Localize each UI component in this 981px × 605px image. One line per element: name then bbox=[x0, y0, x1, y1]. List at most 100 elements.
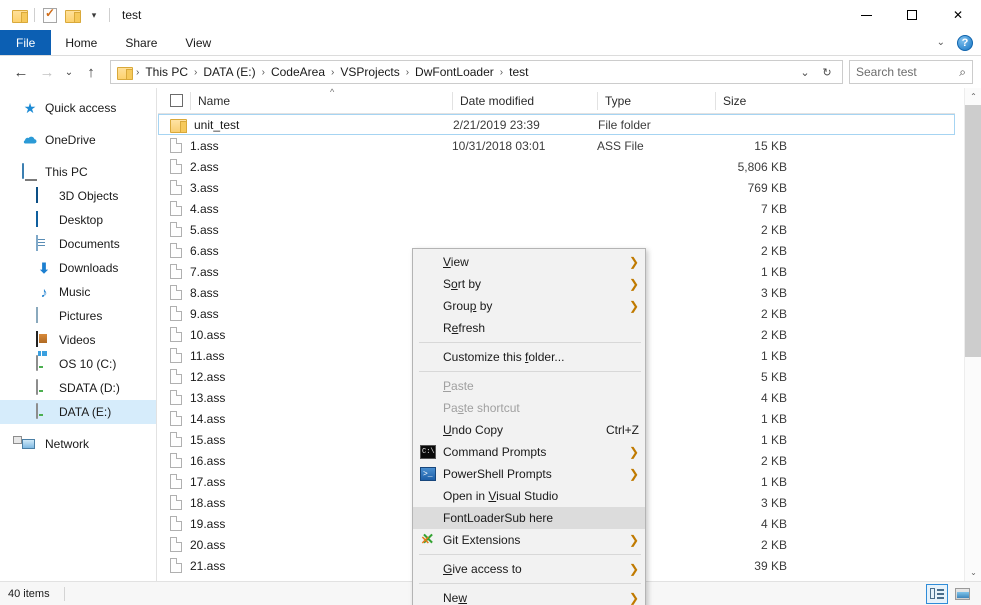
tab-file[interactable]: File bbox=[0, 30, 52, 55]
expand-ribbon-button[interactable]: ⌄ bbox=[933, 37, 949, 48]
menu-item-label: Command Prompts bbox=[443, 445, 547, 459]
help-icon[interactable]: ? bbox=[957, 34, 973, 51]
table-row[interactable]: 3.ass 769 KB bbox=[158, 177, 955, 198]
menu-item-git-extensions[interactable]: ✕ Git Extensions ❯ bbox=[413, 529, 645, 551]
column-header-name[interactable]: Name ^ bbox=[190, 87, 452, 114]
menu-item-open-in-visual-studio[interactable]: Open in Visual Studio bbox=[413, 485, 645, 507]
command-prompt-icon bbox=[413, 441, 443, 463]
sidebar-item-downloads[interactable]: ⬇ Downloads bbox=[0, 256, 156, 280]
cell-name: 13.ass bbox=[158, 387, 452, 408]
breadcrumb-this-pc[interactable]: This PC bbox=[140, 62, 193, 82]
context-menu: View ❯ Sort by ❯ Group by ❯ Refresh Customize t… bbox=[412, 248, 646, 605]
downloads-icon: ⬇ bbox=[38, 260, 50, 276]
sidebar-item-music[interactable]: ♪ Music bbox=[0, 280, 156, 304]
sidebar-item-data-e[interactable]: DATA (E:) bbox=[0, 400, 156, 424]
table-row[interactable]: 1.ass 10/31/2018 03:01 ASS File 15 KB bbox=[158, 135, 955, 156]
pictures-icon bbox=[36, 307, 52, 324]
menu-item-sort-by[interactable]: Sort by ❯ bbox=[413, 273, 645, 295]
menu-item-label: View bbox=[443, 255, 469, 269]
menu-item-refresh[interactable]: Refresh bbox=[413, 317, 645, 339]
menu-item-paste-shortcut: Paste shortcut bbox=[413, 397, 645, 419]
table-row[interactable]: 4.ass 7 KB bbox=[158, 198, 955, 219]
table-row[interactable]: 2.ass 5,806 KB bbox=[158, 156, 955, 177]
menu-item-give-access-to[interactable]: Give access to ❯ bbox=[413, 558, 645, 580]
menu-item-new[interactable]: New ❯ bbox=[413, 587, 645, 605]
column-header-type[interactable]: Type bbox=[597, 88, 715, 114]
sidebar-item-desktop[interactable]: Desktop bbox=[0, 208, 156, 232]
qat-new-folder-button[interactable] bbox=[61, 4, 83, 26]
breadcrumb-codearea[interactable]: CodeArea bbox=[266, 62, 330, 82]
breadcrumb-data-e[interactable]: DATA (E:) bbox=[198, 62, 260, 82]
breadcrumb[interactable]: › This PC › DATA (E:) › CodeArea › VSPro… bbox=[110, 60, 843, 84]
menu-item-customize-this-folder[interactable]: Customize this folder... bbox=[413, 346, 645, 368]
cell-name: 19.ass bbox=[158, 513, 452, 534]
scroll-down-button[interactable]: ⌄ bbox=[965, 564, 981, 581]
menu-separator bbox=[419, 583, 641, 584]
scrollbar-thumb[interactable] bbox=[965, 105, 981, 357]
select-all-checkbox[interactable] bbox=[158, 88, 190, 114]
menu-icon-slot bbox=[413, 346, 443, 368]
sidebar-item-onedrive[interactable]: OneDrive bbox=[0, 128, 156, 152]
details-view-button[interactable] bbox=[926, 583, 948, 604]
sidebar-item-videos[interactable]: Videos bbox=[0, 328, 156, 352]
column-header-size[interactable]: Size bbox=[715, 88, 795, 114]
large-icons-view-button[interactable] bbox=[951, 584, 973, 604]
menu-item-powershell-prompts[interactable]: PowerShell Prompts ❯ bbox=[413, 463, 645, 485]
sidebar-item-pictures[interactable]: Pictures bbox=[0, 304, 156, 328]
menu-icon-slot bbox=[413, 397, 443, 419]
sidebar-item-this-pc[interactable]: This PC bbox=[0, 160, 156, 184]
toolbar-divider bbox=[34, 8, 35, 22]
file-icon bbox=[170, 180, 182, 195]
file-name-label: 15.ass bbox=[190, 432, 226, 447]
tab-home[interactable]: Home bbox=[51, 30, 111, 55]
breadcrumb-vsprojects[interactable]: VSProjects bbox=[335, 62, 404, 82]
qat-folder-button[interactable] bbox=[8, 4, 30, 26]
menu-item-undo-copy[interactable]: Undo Copy Ctrl+Z bbox=[413, 419, 645, 441]
sidebar-item-os-10-c[interactable]: OS 10 (C:) bbox=[0, 352, 156, 376]
menu-item-view[interactable]: View ❯ bbox=[413, 251, 645, 273]
cell-date-modified: 10/31/2018 03:01 bbox=[452, 138, 546, 153]
qat-customize-dropdown[interactable]: ▾ bbox=[83, 4, 105, 26]
breadcrumb-dwfontloader[interactable]: DwFontLoader bbox=[410, 62, 499, 82]
recent-locations-button[interactable]: ⌄ bbox=[60, 60, 78, 84]
table-row[interactable]: unit_test 2/21/2019 23:39 File folder bbox=[158, 114, 955, 135]
menu-icon-slot bbox=[413, 317, 443, 339]
minimize-button[interactable] bbox=[843, 0, 889, 30]
breadcrumb-test[interactable]: test bbox=[504, 62, 533, 82]
back-button[interactable]: ← bbox=[8, 60, 34, 84]
up-button[interactable]: ↑ bbox=[78, 60, 104, 84]
file-icon bbox=[170, 201, 182, 216]
file-icon bbox=[170, 369, 182, 384]
chevron-down-icon: ▾ bbox=[91, 9, 97, 20]
scroll-up-button[interactable]: ⌃ bbox=[965, 88, 981, 105]
tab-share[interactable]: Share bbox=[111, 30, 171, 55]
sidebar-item-label: Videos bbox=[59, 333, 96, 347]
submenu-arrow-icon: ❯ bbox=[628, 467, 639, 481]
sidebar-item-3d-objects[interactable]: 3D Objects bbox=[0, 184, 156, 208]
large-icons-view-icon bbox=[954, 587, 970, 600]
search-input[interactable]: Search test ⌕ bbox=[849, 60, 973, 84]
qat-properties-button[interactable] bbox=[39, 4, 61, 26]
cell-size: 2 KB bbox=[760, 222, 787, 237]
forward-button[interactable]: → bbox=[34, 60, 60, 84]
menu-item-fontloadersub-here[interactable]: FontLoaderSub here bbox=[413, 507, 645, 529]
maximize-button[interactable] bbox=[889, 0, 935, 30]
cell-type bbox=[597, 219, 715, 240]
vertical-scrollbar[interactable]: ⌃ ⌄ bbox=[964, 88, 981, 581]
cell-date-modified bbox=[452, 219, 597, 240]
menu-item-group-by[interactable]: Group by ❯ bbox=[413, 295, 645, 317]
file-name-label: 4.ass bbox=[190, 201, 219, 216]
sidebar-item-label: Downloads bbox=[59, 261, 119, 275]
address-history-dropdown[interactable]: ⌄ bbox=[794, 61, 816, 83]
table-row[interactable]: 5.ass 2 KB bbox=[158, 219, 955, 240]
refresh-icon[interactable]: ↻ bbox=[816, 61, 838, 83]
sidebar-item-documents[interactable]: Documents bbox=[0, 232, 156, 256]
close-button[interactable]: ✕ bbox=[935, 0, 981, 30]
sidebar-item-label: Network bbox=[45, 437, 90, 451]
sidebar-item-sdata-d[interactable]: SDATA (D:) bbox=[0, 376, 156, 400]
sidebar-item-network[interactable]: Network bbox=[0, 432, 156, 456]
menu-item-command-prompts[interactable]: Command Prompts ❯ bbox=[413, 441, 645, 463]
tab-view[interactable]: View bbox=[171, 30, 225, 55]
sidebar-item-quick-access[interactable]: ★ Quick access bbox=[0, 96, 156, 120]
column-header-date-modified[interactable]: Date modified bbox=[452, 88, 597, 114]
